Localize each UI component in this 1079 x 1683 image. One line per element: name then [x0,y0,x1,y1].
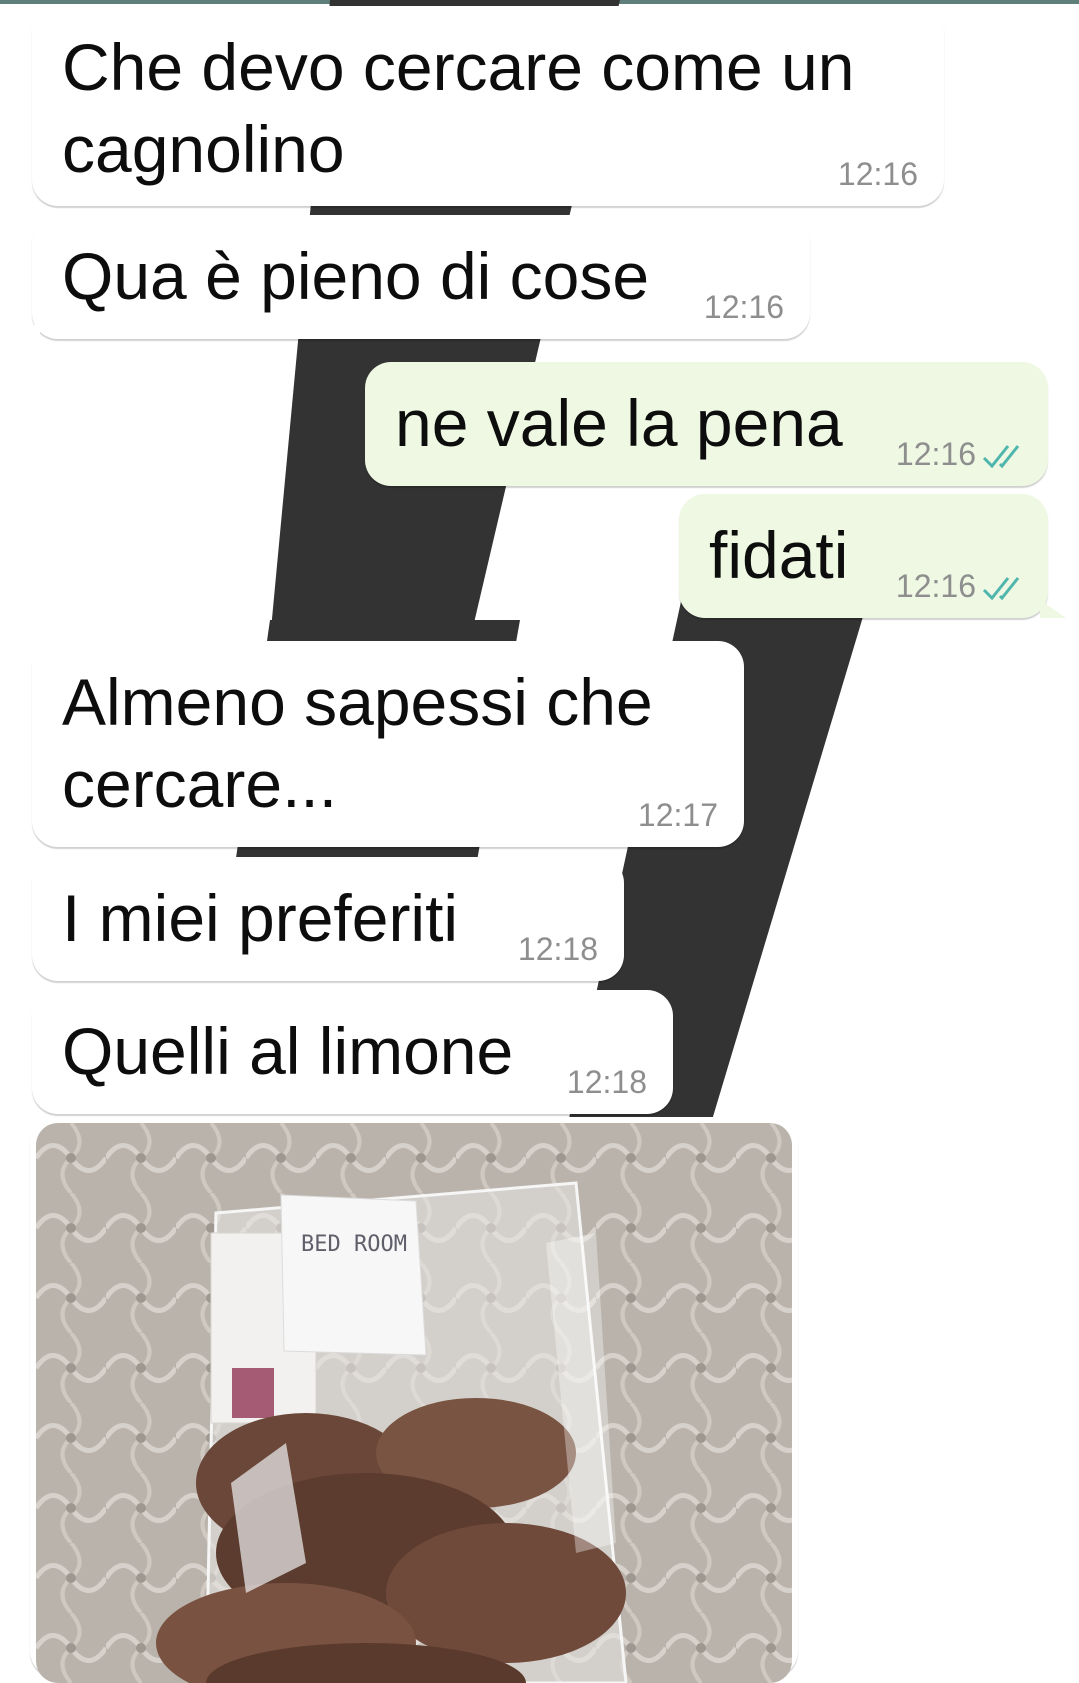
message-text: Qua è pieno di cose [62,239,650,313]
message-text: I miei preferiti [62,881,459,955]
message-text: ne vale la pena [395,386,843,460]
message-bubble-incoming[interactable]: I miei preferiti 12:18 [32,857,624,981]
message-text: Quelli al limone [62,1014,514,1088]
bubble-tail [1040,600,1066,618]
message-timestamp: 12:17 [637,797,718,833]
message-bubble-incoming[interactable]: Almeno sapessi che cercare... 12:17 [32,641,744,847]
message-bubble-incoming[interactable]: Quelli al limone 12:18 [32,990,673,1114]
cookies-bag-photo[interactable]: BED ROOM [36,1123,792,1683]
message-timestamp: 12:16 [895,568,976,604]
bubble-tail [14,321,40,339]
message-timestamp: 12:18 [566,1064,647,1100]
read-double-check-icon [982,445,1020,469]
message-photo-bubble[interactable]: BED ROOM [30,1117,798,1683]
photo-note-text: BED ROOM [301,1232,407,1257]
message-timestamp: 12:16 [837,156,918,192]
message-bubble-outgoing[interactable]: fidati 12:16 [679,494,1066,618]
message-text: fidati [709,518,849,592]
message-timestamp: 12:18 [517,931,598,967]
read-double-check-icon [982,577,1020,601]
message-bubble-incoming[interactable]: Qua è pieno di cose 12:16 [14,215,810,339]
message-bubble-incoming[interactable]: Che devo cercare come un cagnolino 12:16 [32,6,944,206]
message-bubble-outgoing[interactable]: ne vale la pena 12:16 [365,362,1048,486]
message-timestamp: 12:16 [703,289,784,325]
message-timestamp: 12:16 [895,436,976,472]
message-text: Che devo cercare come un cagnolino [62,30,855,186]
message-text: Almeno sapessi che cercare... [62,665,653,821]
